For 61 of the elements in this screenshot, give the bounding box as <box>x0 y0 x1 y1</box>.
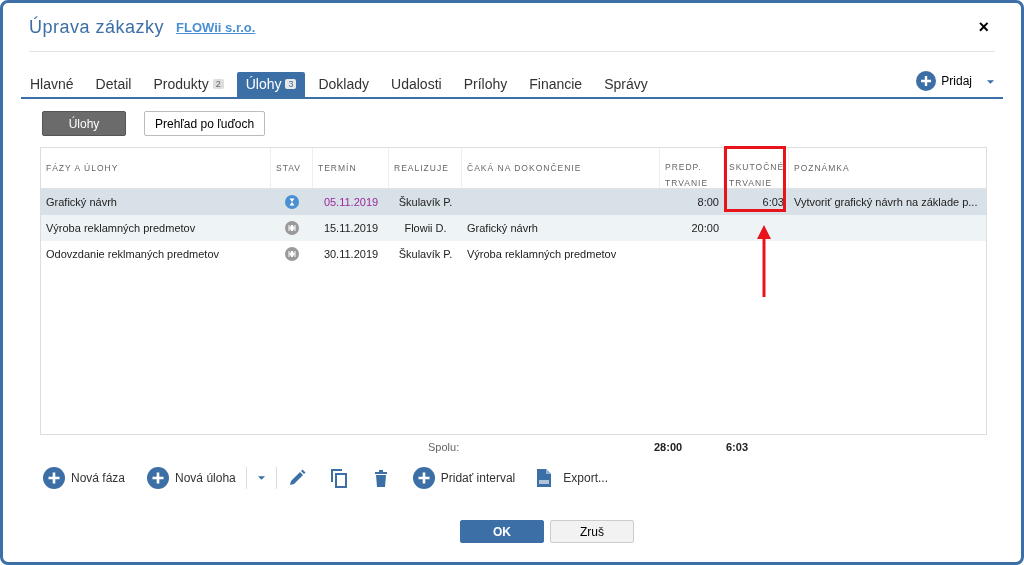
column-header: STAV <box>271 148 313 188</box>
tab[interactable]: Produkty 2 <box>144 72 233 97</box>
column-header: TERMÍN <box>313 148 389 188</box>
table-cell: Grafický návrh <box>46 196 117 208</box>
table-cell: 05.11.2019 <box>323 196 379 208</box>
skip-icon <box>285 221 299 235</box>
tab[interactable]: Doklady <box>309 72 379 97</box>
spreadsheet-file-icon <box>537 469 552 487</box>
view-tab[interactable]: Úlohy <box>42 111 126 136</box>
table-cell: Výroba reklamných predmetov <box>46 222 196 234</box>
close-button[interactable]: × <box>972 16 995 38</box>
caret-icon[interactable] <box>256 475 266 481</box>
column-header: FÁZY A ÚLOHY <box>41 148 271 188</box>
export-button[interactable]: Export... <box>537 469 608 487</box>
column-header: ČAKÁ NA DOKONČENIE <box>462 148 660 188</box>
tab[interactable]: Udalosti <box>382 72 451 97</box>
add-button[interactable]: Pridať interval <box>412 467 516 489</box>
cancel-button[interactable]: Zruš <box>550 520 634 543</box>
column-header: POZNÁMKA <box>793 162 851 175</box>
window-title: Úprava zákazky <box>29 16 165 38</box>
ok-button[interactable]: OK <box>460 520 544 543</box>
tab[interactable]: Správy <box>595 72 657 97</box>
caret-icon[interactable] <box>986 79 995 85</box>
table-cell: 20:00 <box>691 222 719 234</box>
skip-icon <box>285 247 299 261</box>
totals-label: Spolu: <box>428 441 460 453</box>
tab[interactable]: Detail <box>86 72 141 97</box>
tab[interactable]: Prílohy <box>454 72 517 97</box>
total-value: 28:00 <box>654 441 683 453</box>
add-button[interactable]: Pridaj <box>916 71 972 91</box>
plus-icon <box>43 467 65 489</box>
plus-icon <box>916 71 937 91</box>
add-button[interactable]: Nová úloha <box>147 467 236 489</box>
table-row[interactable]: Grafický návrh 05.11.2019 Škulavík P. 8:00 6:03 Vytvoriť grafický návrh na základe p... <box>41 189 986 215</box>
column-header: SKUTOČNÉ TRVANIE <box>724 148 789 188</box>
column-header: PREDP. TRVANIE <box>660 148 724 188</box>
table-cell: Grafický návrh <box>467 222 538 234</box>
table-cell: 15.11.2019 <box>323 222 379 234</box>
tab[interactable]: Úlohy 3 <box>236 72 306 97</box>
plus-icon <box>147 467 170 489</box>
total-value: 6:03 <box>726 441 749 453</box>
hourglass-icon <box>285 195 299 209</box>
column-header: REALIZUJE <box>389 148 462 188</box>
table-cell: Výroba reklamných predmetov <box>467 248 617 260</box>
tab[interactable]: Financie <box>520 72 592 97</box>
table-cell: Vytvoriť grafický návrh na základe p... <box>794 196 978 208</box>
plus-icon <box>412 467 435 489</box>
table-row[interactable]: Odovzdanie reklmaných predmetov 30.11.2019 Škulavík P. Výroba reklamných predmetov <box>41 241 986 267</box>
add-button[interactable]: Nová fáza <box>43 467 126 489</box>
table-cell: Škulavík P. <box>398 196 453 208</box>
copy-icon[interactable] <box>328 468 349 488</box>
table-cell: 30.11.2019 <box>323 248 379 260</box>
view-tab[interactable]: Prehľad po ľuďoch <box>144 111 266 136</box>
highlight-box <box>724 146 786 212</box>
table-cell: 8:00 <box>697 196 719 208</box>
tab[interactable]: Hlavné <box>21 72 83 97</box>
table-cell: Škulavík P. <box>398 248 453 260</box>
table-cell: Odovzdanie reklmaných predmetov <box>46 248 220 260</box>
table-cell: Flowii D. <box>404 222 447 234</box>
table-cell: 6:03 <box>762 196 784 208</box>
table-row[interactable]: Výroba reklamných predmetov 15.11.2019 Flowii D. Grafický návrh 20:00 <box>41 215 986 241</box>
